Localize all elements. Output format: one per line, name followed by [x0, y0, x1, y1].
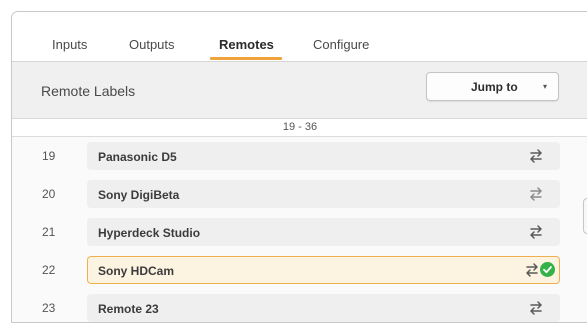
swap-arrows-icon[interactable] — [529, 300, 543, 316]
tab-configure[interactable]: Configure — [313, 37, 369, 52]
row-number: 20 — [42, 187, 56, 201]
list-item: 23 Remote 23 — [12, 289, 587, 322]
tab-outputs[interactable]: Outputs — [129, 37, 175, 52]
list-item: 19 Panasonic D5 — [12, 137, 587, 175]
row-number: 23 — [42, 301, 56, 315]
row-number: 22 — [42, 263, 56, 277]
remote-list: 19 Panasonic D5 20 Sony DigiBeta 21 Hype… — [12, 137, 587, 322]
chevron-down-icon: ▾ — [542, 82, 547, 91]
remote-label-field[interactable]: Remote 23 — [87, 294, 560, 322]
remote-label-field[interactable]: Panasonic D5 — [87, 142, 560, 170]
swap-arrows-icon[interactable] — [529, 224, 543, 240]
page-title: Remote Labels — [41, 83, 136, 99]
list-item: 20 Sony DigiBeta — [12, 175, 587, 213]
remote-label: Sony HDCam — [98, 264, 175, 278]
remote-label-field-selected[interactable]: Sony HDCam — [87, 256, 560, 284]
active-tab-indicator — [210, 57, 282, 60]
tab-inputs[interactable]: Inputs — [52, 37, 87, 52]
remote-label: Remote 23 — [98, 302, 159, 316]
remote-label: Panasonic D5 — [98, 150, 177, 164]
row-number: 21 — [42, 225, 56, 239]
swap-arrows-icon[interactable] — [529, 148, 543, 164]
tab-bar: Inputs Outputs Remotes Configure — [12, 12, 587, 62]
row-number: 19 — [42, 149, 56, 163]
remote-label: Sony DigiBeta — [98, 188, 180, 202]
remote-label-field[interactable]: Sony DigiBeta — [87, 180, 560, 208]
jump-to-label: Jump to — [471, 80, 518, 94]
remote-label: Hyperdeck Studio — [98, 226, 201, 240]
range-indicator: 19 - 36 — [12, 119, 587, 137]
scrollbar-handle[interactable] — [583, 198, 587, 234]
swap-arrows-icon[interactable] — [525, 262, 539, 278]
remote-label-field[interactable]: Hyperdeck Studio — [87, 218, 560, 246]
jump-to-dropdown[interactable]: Jump to ▾ — [426, 72, 559, 101]
check-circle-icon — [540, 262, 555, 277]
list-item: 21 Hyperdeck Studio — [12, 213, 587, 251]
tab-remotes[interactable]: Remotes — [219, 37, 274, 52]
remotes-panel: Inputs Outputs Remotes Configure Remote … — [11, 11, 587, 323]
list-item: 22 Sony HDCam — [12, 251, 587, 289]
swap-arrows-icon[interactable] — [529, 186, 543, 202]
section-header: Remote Labels Jump to ▾ — [12, 62, 587, 119]
